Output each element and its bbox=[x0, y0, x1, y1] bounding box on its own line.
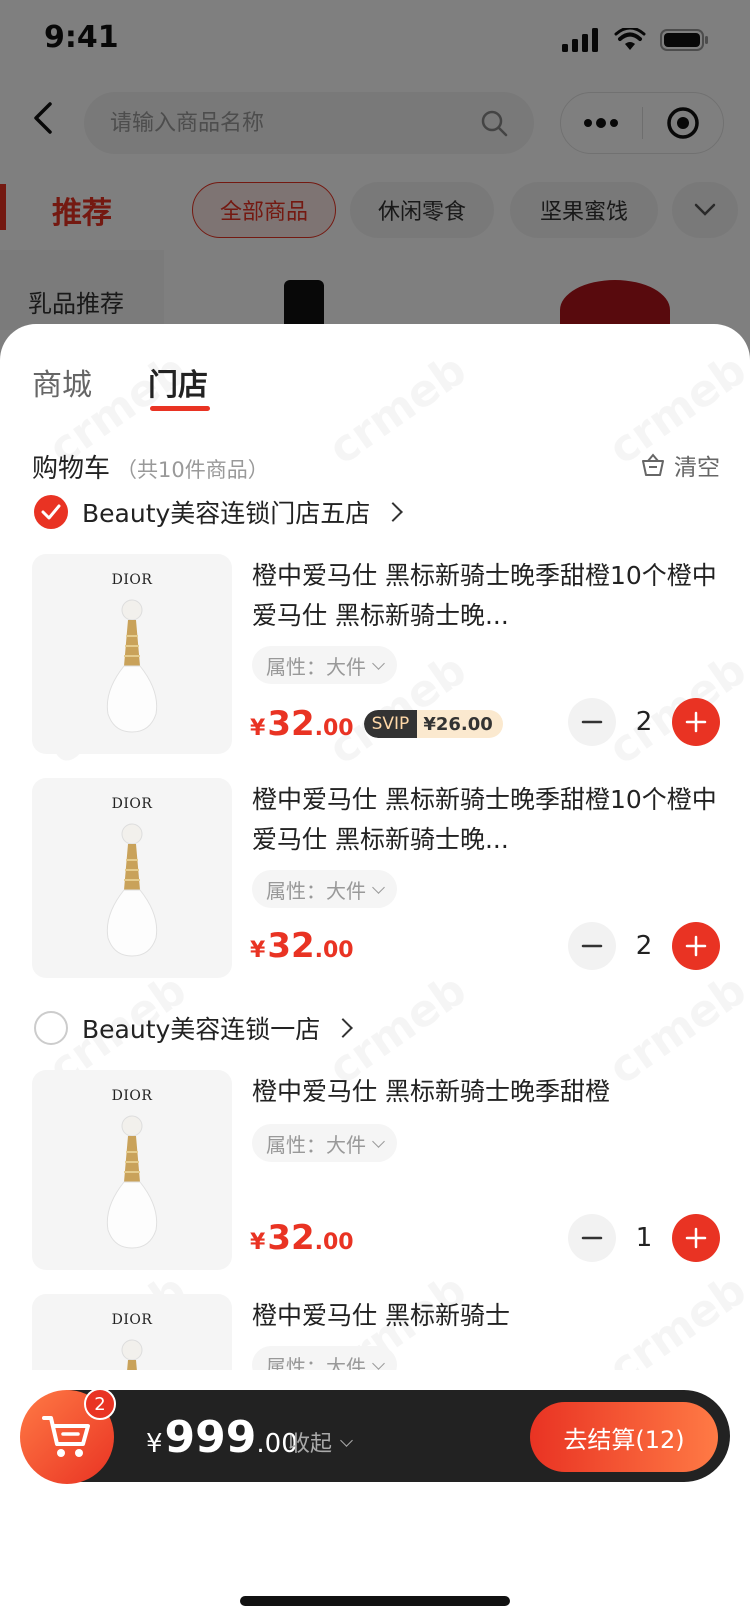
product-image[interactable]: DIOR bbox=[32, 554, 232, 754]
product-price: ¥ 32 .00 SVIP ¥26.00 bbox=[250, 704, 503, 744]
increase-button[interactable] bbox=[672, 1214, 720, 1262]
chevron-right-icon bbox=[333, 1018, 354, 1038]
checkmark-icon bbox=[41, 504, 61, 520]
price-integer: 32 bbox=[267, 704, 315, 744]
watermark: crmeb bbox=[319, 344, 475, 475]
quantity-stepper: 2 bbox=[568, 698, 720, 746]
perfume-bottle-icon bbox=[106, 823, 158, 957]
product-name[interactable]: 橙中爱马仕 黑标新骑士 bbox=[252, 1296, 722, 1336]
chevron-right-icon bbox=[383, 502, 404, 522]
price-currency: ¥ bbox=[250, 1230, 266, 1255]
total-currency: ¥ bbox=[146, 1429, 163, 1459]
chevron-down-icon bbox=[340, 1433, 353, 1447]
perfume-bottle-icon bbox=[106, 599, 158, 733]
collapse-button[interactable]: 收起 bbox=[288, 1426, 353, 1458]
chevron-down-icon bbox=[372, 880, 385, 894]
home-indicator bbox=[240, 1596, 510, 1606]
price-decimal: .00 bbox=[314, 1230, 354, 1255]
collapse-label: 收起 bbox=[288, 1432, 333, 1457]
product-attr-selector[interactable]: 属性：大件 bbox=[252, 870, 397, 908]
product-attr-selector[interactable]: 属性：大件 bbox=[252, 1124, 397, 1162]
product-name[interactable]: 橙中爱马仕 黑标新骑士晚季甜橙 bbox=[252, 1072, 722, 1112]
product-brand: DIOR bbox=[111, 796, 153, 812]
store-checkbox[interactable] bbox=[34, 495, 68, 529]
product-brand: DIOR bbox=[111, 572, 153, 588]
chevron-down-icon bbox=[372, 1134, 385, 1148]
cart-count: （共10件商品） bbox=[116, 458, 269, 482]
product-image[interactable]: DIOR bbox=[32, 1070, 232, 1270]
plus-icon bbox=[685, 1227, 707, 1249]
product-attr: 属性：大件 bbox=[266, 1132, 366, 1157]
product-brand: DIOR bbox=[111, 1312, 153, 1328]
svip-price-badge: SVIP ¥26.00 bbox=[363, 710, 503, 738]
quantity-stepper: 2 bbox=[568, 922, 720, 970]
decrease-button[interactable] bbox=[568, 698, 616, 746]
store-checkbox[interactable] bbox=[34, 1011, 68, 1045]
store-name: Beauty美容连锁门店五店 bbox=[82, 499, 371, 528]
cart-badge: 2 bbox=[84, 1388, 116, 1420]
clear-cart-button[interactable]: 清空 bbox=[640, 448, 720, 482]
shopping-cart-icon bbox=[42, 1416, 90, 1457]
product-attr-selector[interactable]: 属性：大件 bbox=[252, 646, 397, 684]
price-decimal: .00 bbox=[314, 938, 354, 963]
product-price: ¥ 32 .00 bbox=[250, 1218, 354, 1258]
product-attr: 属性：大件 bbox=[266, 878, 366, 903]
increase-button[interactable] bbox=[672, 922, 720, 970]
product-name[interactable]: 橙中爱马仕 黑标新骑士晚季甜橙10个橙中爱马仕 黑标新骑士晚... bbox=[252, 780, 722, 860]
store-name: Beauty美容连锁一店 bbox=[82, 1015, 321, 1044]
quantity-value[interactable]: 2 bbox=[616, 707, 672, 737]
plus-icon bbox=[685, 935, 707, 957]
plus-icon bbox=[685, 711, 707, 733]
clear-cart-label: 清空 bbox=[674, 455, 720, 481]
price-currency: ¥ bbox=[250, 716, 266, 741]
price-integer: 32 bbox=[267, 926, 315, 966]
tab-store[interactable]: 门店 bbox=[148, 360, 208, 404]
perfume-bottle-icon bbox=[106, 1115, 158, 1249]
tab-mall[interactable]: 商城 bbox=[32, 360, 92, 404]
product-brand: DIOR bbox=[111, 1088, 153, 1104]
cart-title: 购物车 （共10件商品） bbox=[32, 448, 269, 485]
minus-icon bbox=[581, 1236, 603, 1240]
product-image[interactable]: DIOR bbox=[32, 778, 232, 978]
store-row[interactable]: Beauty美容连锁门店五店 bbox=[34, 494, 404, 530]
svip-price: ¥26.00 bbox=[417, 710, 503, 738]
quantity-stepper: 1 bbox=[568, 1214, 720, 1262]
minus-icon bbox=[581, 944, 603, 948]
cart-title-text: 购物车 bbox=[32, 454, 111, 484]
svip-label: SVIP bbox=[363, 710, 418, 738]
total-integer: 999 bbox=[164, 1412, 257, 1463]
chevron-down-icon bbox=[372, 656, 385, 670]
quantity-value[interactable]: 1 bbox=[616, 1223, 672, 1253]
decrease-button[interactable] bbox=[568, 1214, 616, 1262]
price-currency: ¥ bbox=[250, 938, 266, 963]
product-name[interactable]: 橙中爱马仕 黑标新骑士晚季甜橙10个橙中爱马仕 黑标新骑士晚... bbox=[252, 556, 722, 636]
basket-icon bbox=[642, 453, 664, 476]
quantity-value[interactable]: 2 bbox=[616, 931, 672, 961]
store-row[interactable]: Beauty美容连锁一店 bbox=[34, 1010, 354, 1046]
price-decimal: .00 bbox=[314, 716, 354, 741]
product-attr: 属性：大件 bbox=[266, 654, 366, 679]
product-price: ¥ 32 .00 bbox=[250, 926, 354, 966]
chevron-down-icon bbox=[372, 1356, 385, 1370]
decrease-button[interactable] bbox=[568, 922, 616, 970]
checkout-button[interactable]: 去结算(12) bbox=[530, 1402, 718, 1472]
total-price: ¥ 999 .00 bbox=[146, 1412, 298, 1463]
minus-icon bbox=[581, 720, 603, 724]
tab-active-underline bbox=[150, 406, 210, 411]
price-integer: 32 bbox=[267, 1218, 315, 1258]
increase-button[interactable] bbox=[672, 698, 720, 746]
